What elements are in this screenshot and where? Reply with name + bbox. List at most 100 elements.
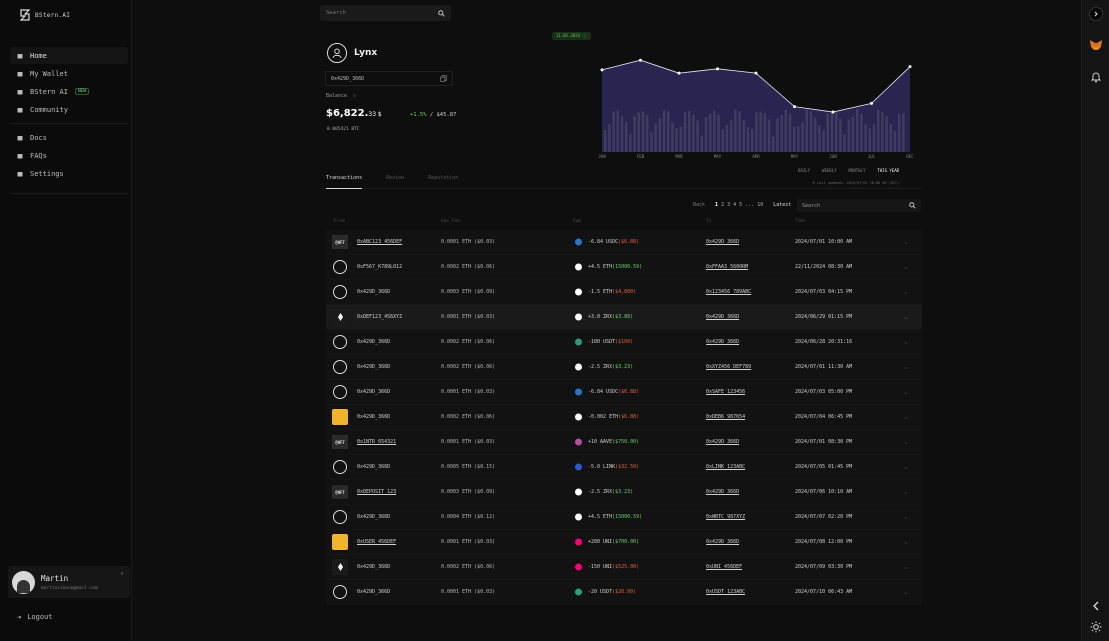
sidebar-item-docs[interactable]: Docs (10, 129, 128, 146)
chart-point[interactable] (677, 71, 681, 75)
chart-point[interactable] (716, 67, 719, 71)
table-row[interactable]: 0x429D_366D 0.0005 ETH ($0.15) -5.0 LINK($… (326, 455, 922, 480)
table-row[interactable]: 0x429D_366D 0.0004 ETH ($0.12) +4.5 ETH(15… (326, 505, 922, 530)
chart-point[interactable] (754, 71, 758, 75)
tx-to[interactable]: 0x123456_789ABC (706, 289, 751, 295)
chevron-left-icon[interactable] (1090, 600, 1102, 612)
metamask-fox-icon[interactable] (1089, 38, 1103, 52)
tx-to[interactable]: 0xDEB6_987654 (706, 414, 745, 420)
chevron-updown-icon[interactable]: ⇕ (120, 570, 124, 577)
chevron-down-icon[interactable]: ⌄ (904, 364, 908, 371)
table-row[interactable]: 0x429D_366D 0.0001 ETH ($0.03) -6.84 USDC(… (326, 380, 922, 405)
table-row[interactable]: 0x429D_366D 0.0002 ETH ($0.06) -0.002 ETH(… (326, 405, 922, 430)
table-row[interactable]: 0x429D_366D 0.0003 ETH ($0.09) -1.5 ETH($4… (326, 280, 922, 305)
table-row[interactable]: 0xUSER_456DEF 0.0001 ETH ($0.03) +200 UNI(… (326, 530, 922, 555)
sidebar-item-community[interactable]: Community (10, 101, 128, 118)
bell-icon[interactable] (1090, 71, 1102, 83)
copy-icon[interactable] (440, 75, 447, 82)
chart-point[interactable] (870, 101, 873, 105)
col-sum[interactable]: Sum (573, 219, 581, 224)
chevron-down-icon[interactable]: ⌄ (904, 264, 908, 271)
sidebar-item-my-wallet[interactable]: My Wallet (10, 65, 128, 82)
chevron-down-icon[interactable]: ⌄ (904, 539, 908, 546)
tx-from[interactable]: 0x429D_366D (357, 389, 390, 395)
user-card[interactable]: Martin martinsimon@gmail.com ⇕ (8, 566, 130, 598)
tx-from[interactable]: 0x429D_366D (357, 364, 390, 370)
logout-button[interactable]: ⇥ Logout (17, 613, 53, 621)
tx-from[interactable]: 0xDEPOSIT_123 (357, 489, 396, 495)
chevron-down-icon[interactable]: ⌄ (904, 589, 908, 596)
wallet-address[interactable]: 0x429D_366D (325, 71, 453, 86)
tx-from[interactable]: 0xABC123_456DEF (357, 239, 402, 245)
tx-from[interactable]: 0x1NTR_654321 (357, 439, 396, 445)
chart-point[interactable] (639, 58, 642, 62)
table-row[interactable]: 0xDEF123_456XYZ 0.0001 ETH ($0.03) +3.0 ZR… (326, 305, 922, 330)
chevron-down-icon[interactable]: ⌄ (904, 564, 908, 571)
sidebar-item-settings[interactable]: Settings (10, 165, 128, 182)
table-row[interactable]: 0x429D_366D 0.0002 ETH ($0.06) -2.5 ZRX($3… (326, 355, 922, 380)
tx-from[interactable]: 0xDEF123_456XYZ (357, 314, 402, 320)
table-row[interactable]: 0x429D_366D 0.0001 ETH ($0.03) -20 USDT($2… (326, 580, 922, 605)
chevron-down-icon[interactable]: ⌄ (904, 439, 908, 446)
chevron-down-icon[interactable]: ⌄ (904, 389, 908, 396)
chevron-down-icon[interactable]: ⌄ (904, 414, 908, 421)
tx-from[interactable]: 0xF567_K789L012 (357, 264, 402, 270)
table-row[interactable]: 0x429D_366D 0.0002 ETH ($0.06) -150 UNI($5… (326, 555, 922, 580)
table-row[interactable]: 0xF567_K789L012 0.0002 ETH ($0.06) +4.5 ET… (326, 255, 922, 280)
tx-from[interactable]: 0x429D_366D (357, 289, 390, 295)
pager-latest[interactable]: Latest (773, 202, 791, 208)
tx-to[interactable]: 0xXYZ456_DEF789 (706, 364, 751, 370)
tx-to[interactable]: 0xLINK_123ABC (706, 464, 745, 470)
table-row[interactable]: @NFT 0xDEPOSIT_123 0.0003 ETH ($0.09) -2.5 … (326, 480, 922, 505)
chevron-down-icon[interactable]: ⌄ (904, 314, 908, 321)
tx-from[interactable]: 0x429D_366D (357, 514, 390, 520)
sidebar-item-faqs[interactable]: FAQs (10, 147, 128, 164)
sun-icon[interactable] (1090, 621, 1102, 633)
tx-from[interactable]: 0x429D_366D (357, 464, 390, 470)
eye-icon[interactable]: ◎ (353, 93, 356, 99)
chevron-down-icon[interactable]: ⌄ (904, 239, 908, 246)
tab-review[interactable]: Review (386, 173, 404, 188)
pager-pages[interactable]: 1 2 3 4 5 ... 10 (715, 202, 763, 208)
tx-to[interactable]: 0xFFAA3_5600RM (706, 264, 748, 270)
tx-from[interactable]: 0x429D_366D (357, 414, 390, 420)
tx-to[interactable]: 0x429D_366D (706, 314, 739, 320)
tx-from[interactable]: 0xUSER_456DEF (357, 539, 396, 545)
chevron-down-icon[interactable]: ⌄ (904, 464, 908, 471)
chevron-down-icon[interactable]: ⌄ (904, 489, 908, 496)
table-row[interactable]: 0x429D_366D 0.0002 ETH ($0.06) -100 USDT($… (326, 330, 922, 355)
tx-from[interactable]: 0x429D_366D (357, 339, 390, 345)
tx-to[interactable]: 0xWBTC_987XYZ (706, 514, 745, 520)
tx-to[interactable]: 0x429D_366D (706, 239, 739, 245)
tab-transactions[interactable]: Transactions (326, 173, 363, 189)
chart-point[interactable] (600, 68, 604, 72)
col-from[interactable]: From (334, 219, 345, 224)
tx-to[interactable]: 0x429D_366D (706, 439, 739, 445)
tx-to[interactable]: 0x429D_366D (706, 489, 739, 495)
table-row[interactable]: @NFT 0x1NTR_654321 0.0001 ETH ($0.03) +10 A… (326, 430, 922, 455)
col-to[interactable]: To (706, 219, 711, 224)
chevron-down-icon[interactable]: ⌄ (904, 289, 908, 296)
toggle-button[interactable] (1089, 7, 1103, 21)
pager-back[interactable]: Back (693, 202, 705, 208)
tx-to[interactable]: 0x429D_366D (706, 539, 739, 545)
chevron-down-icon[interactable]: ⌄ (904, 339, 908, 346)
col-time[interactable]: Time (795, 219, 806, 224)
table-search-input[interactable]: Search (797, 199, 921, 212)
search-input[interactable]: Search (320, 5, 451, 21)
brand-logo[interactable]: BStern.AI (18, 8, 70, 22)
tx-to[interactable]: 0xUNI_456DEF (706, 564, 742, 570)
chart-point[interactable] (793, 105, 796, 109)
tx-to[interactable]: 0xSAFE_123456 (706, 389, 745, 395)
table-row[interactable]: @NFT 0xABC123_456DEF 0.0001 ETH ($0.03) -6.… (326, 230, 922, 255)
col-fee[interactable]: Gas Fee (441, 219, 460, 224)
chevron-down-icon[interactable]: ⌄ (904, 514, 908, 521)
tx-to[interactable]: 0x429D_366D (706, 339, 739, 345)
sidebar-item-bstern-ai[interactable]: BStern AI NEW (10, 83, 128, 100)
chart-point[interactable] (831, 110, 835, 114)
tx-from[interactable]: 0x429D_366D (357, 564, 390, 570)
tx-from[interactable]: 0x429D_366D (357, 589, 390, 595)
tab-reputation[interactable]: Reputation (428, 173, 458, 188)
sidebar-item-home[interactable]: Home (10, 47, 128, 64)
tx-to[interactable]: 0xUSDT_123ABC (706, 589, 745, 595)
